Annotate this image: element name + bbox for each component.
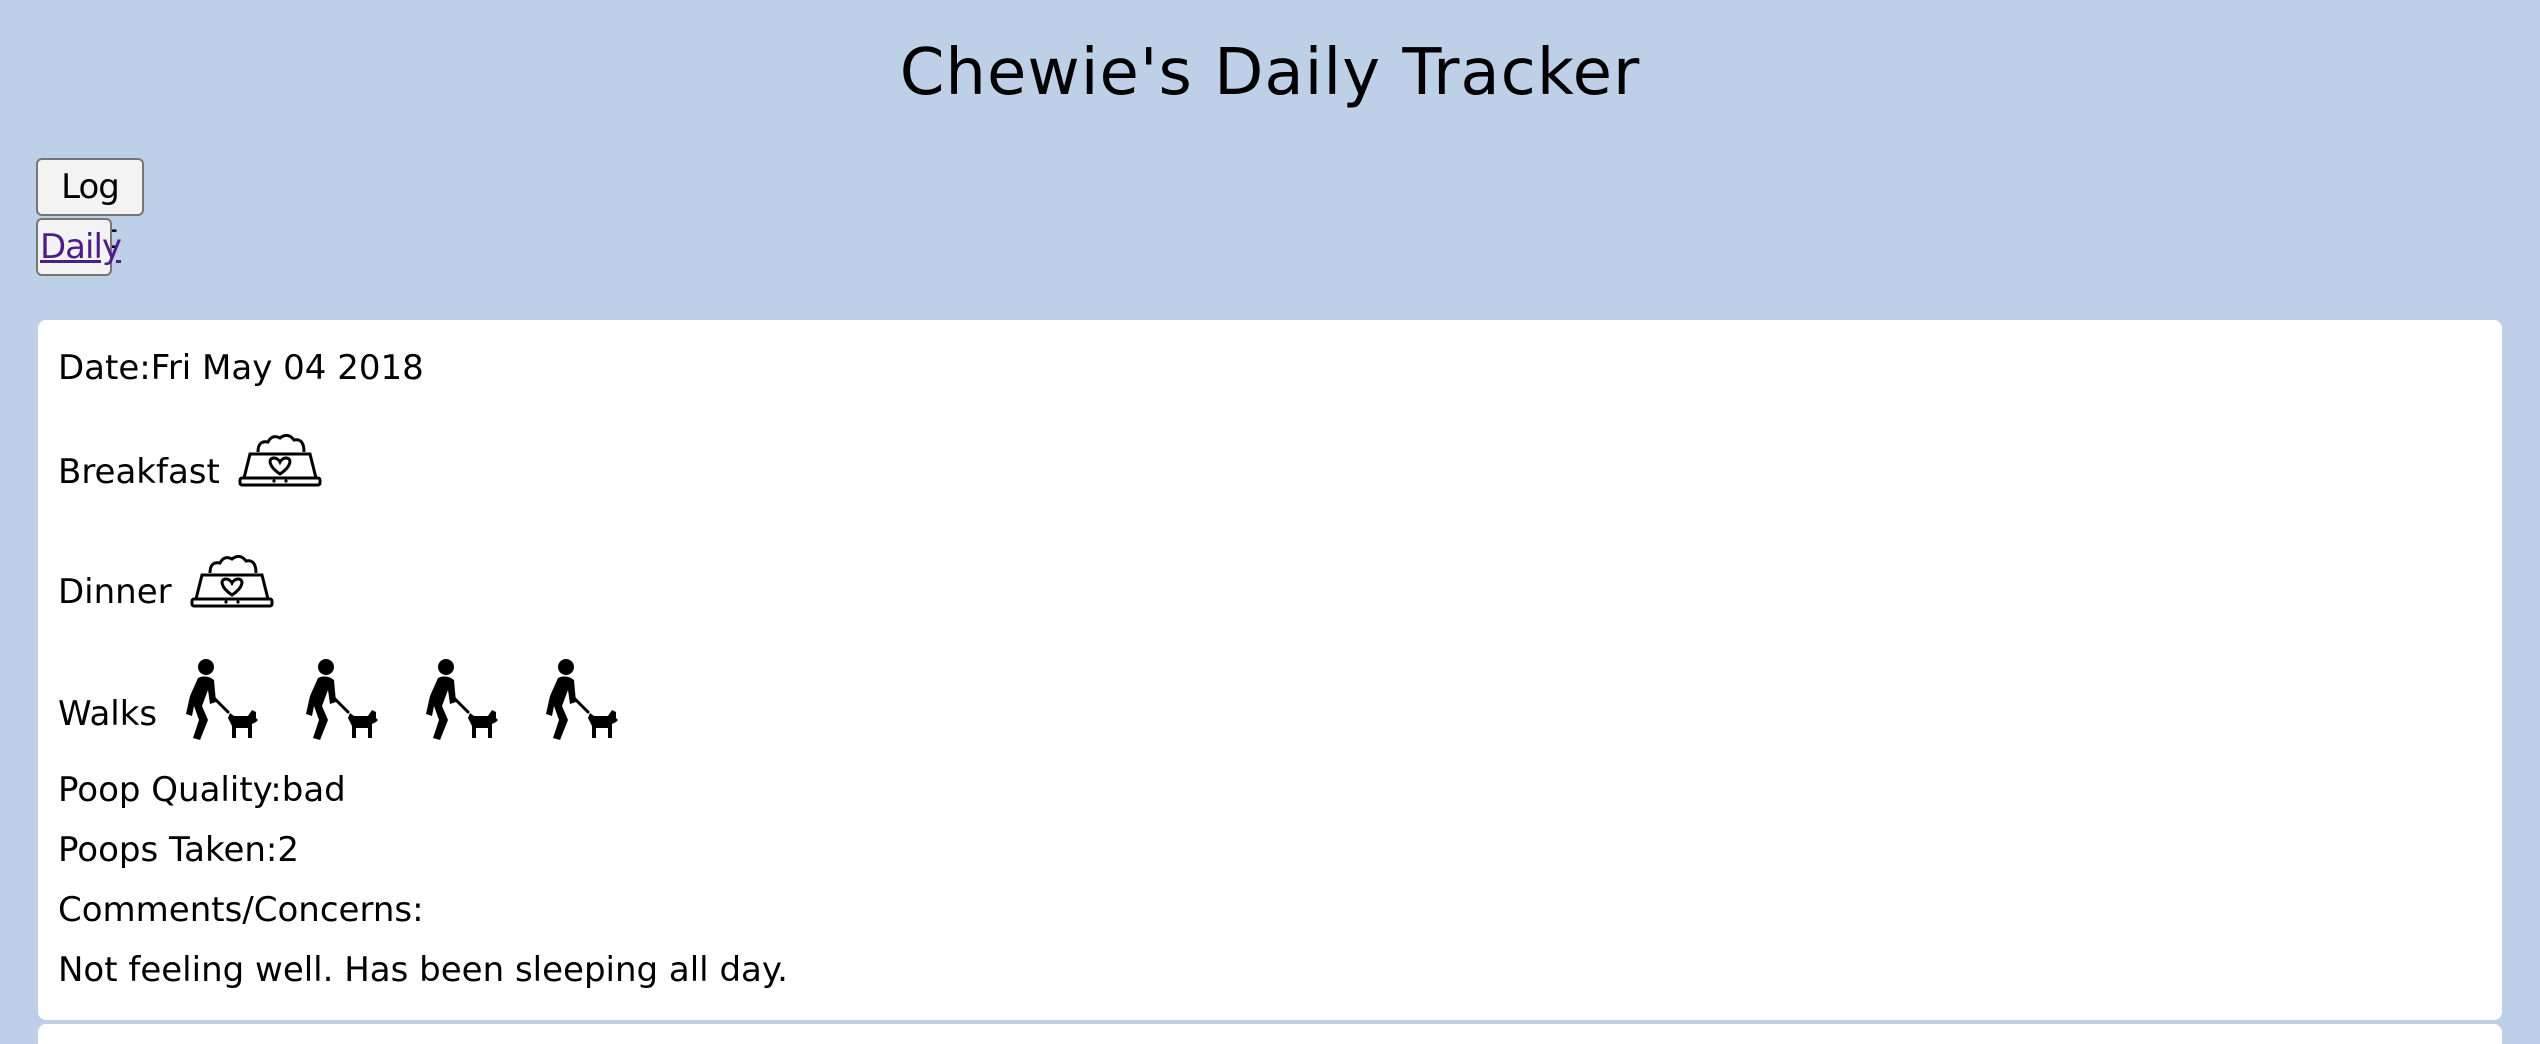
dog-walker-icon xyxy=(546,659,618,740)
comments-value: Not feeling well. Has been sleeping all … xyxy=(58,950,788,990)
comments-label: Comments/Concerns: xyxy=(58,890,424,930)
poop-quality-value: bad xyxy=(281,770,346,810)
page-title: Chewie's Daily Tracker xyxy=(899,36,1641,110)
dog-walker-icon xyxy=(426,659,498,740)
daily-link-button[interactable]: Daily xyxy=(36,218,122,276)
next-card-edge xyxy=(38,1024,2502,1044)
daily-entry-card: Date:Fri May 04 2018 Breakfast Dinner Wa… xyxy=(38,320,2502,1020)
dog-bowl-icon xyxy=(238,433,322,487)
date-value: Fri May 04 2018 xyxy=(150,348,424,388)
poop-quality-row: Poop Quality:bad xyxy=(58,768,346,812)
poops-taken-label: Poops Taken: xyxy=(58,830,278,870)
dog-bowl-icon xyxy=(190,554,274,608)
dog-walker-icon xyxy=(306,659,378,740)
logout-button[interactable]: Log out xyxy=(36,158,144,257)
poop-quality-label: Poop Quality: xyxy=(58,770,282,810)
date-label: Date: xyxy=(58,348,151,388)
poops-taken-value: 2 xyxy=(277,830,300,870)
dinner-label: Dinner xyxy=(58,572,172,612)
poops-taken-row: Poops Taken:2 xyxy=(58,828,299,872)
walks-label: Walks xyxy=(58,694,158,734)
date-row: Date:Fri May 04 2018 xyxy=(58,346,424,390)
dog-walker-icon xyxy=(186,659,258,740)
breakfast-label: Breakfast xyxy=(58,452,220,492)
